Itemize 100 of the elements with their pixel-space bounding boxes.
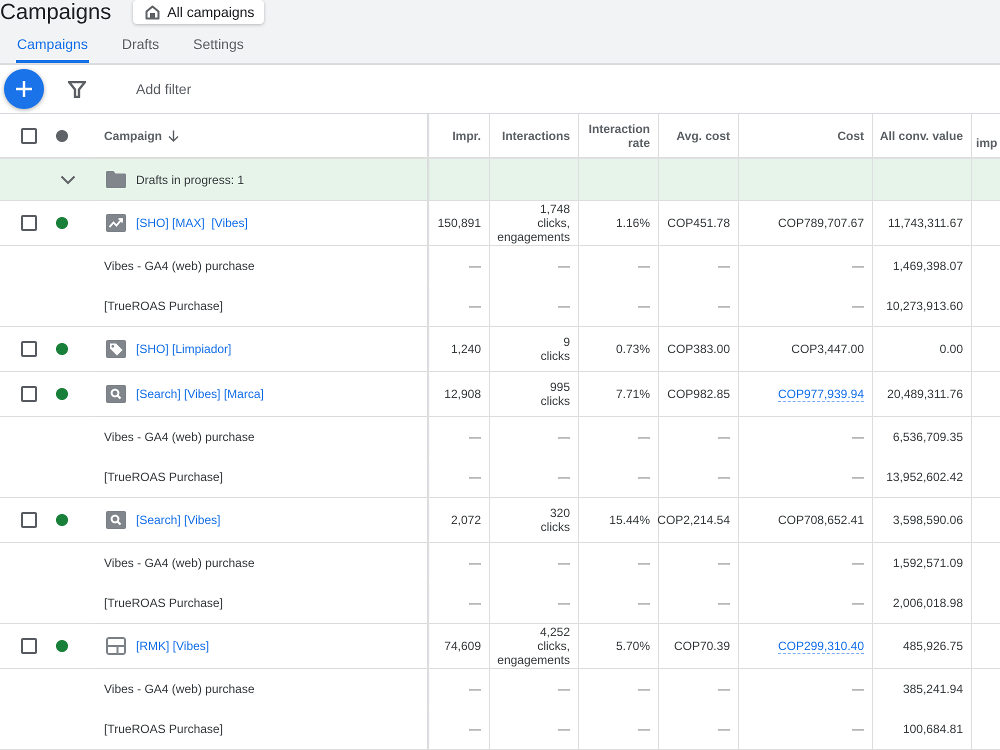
no-data-dash: — — [469, 470, 481, 484]
impressions-value: 12,908 — [444, 387, 481, 401]
tab[interactable]: Drafts — [120, 24, 160, 63]
interactions-type: clicks — [540, 520, 570, 534]
no-data-dash: — — [852, 556, 864, 570]
no-data-dash: — — [718, 682, 730, 696]
column-header[interactable]: Cost — [837, 128, 864, 142]
no-data-dash: — — [638, 299, 650, 313]
no-data-dash: — — [852, 259, 864, 273]
impressions-value: 1,240 — [450, 342, 481, 356]
search-icon — [106, 385, 126, 403]
no-data-dash: — — [469, 430, 481, 444]
no-data-dash: — — [469, 299, 481, 313]
conversion-action-label: Vibes - GA4 (web) purchase — [104, 682, 255, 696]
no-data-dash: — — [469, 682, 481, 696]
no-data-dash: — — [558, 722, 570, 736]
house-icon — [145, 4, 160, 20]
no-data-dash: — — [852, 682, 864, 696]
no-data-dash: — — [638, 470, 650, 484]
tab[interactable]: Settings — [192, 24, 245, 63]
no-data-dash: — — [558, 470, 570, 484]
no-data-dash: — — [558, 682, 570, 696]
row-checkbox[interactable] — [21, 215, 37, 231]
no-data-dash: — — [638, 430, 650, 444]
interactions-type: clicks — [540, 394, 570, 408]
column-header[interactable]: Interaction rate — [583, 122, 650, 150]
row-checkbox[interactable] — [21, 638, 37, 654]
campaign-link[interactable]: [Search] [Vibes] [Marca] — [136, 387, 264, 401]
interaction-rate-value: 1.16% — [616, 216, 650, 230]
no-data-dash: — — [718, 722, 730, 736]
interaction-rate-value: 0.73% — [616, 342, 650, 356]
conversion-action-label: [TrueROAS Purchase] — [104, 722, 223, 736]
cost-value: COP708,652.41 — [778, 512, 864, 528]
no-data-dash: — — [718, 259, 730, 273]
column-header[interactable]: Impr. — [452, 128, 481, 142]
no-data-dash: — — [852, 299, 864, 313]
row-checkbox[interactable] — [21, 341, 37, 357]
impressions-value: 150,891 — [438, 216, 481, 230]
add-button[interactable] — [4, 69, 44, 109]
campaign-link[interactable]: [Search] [Vibes] — [136, 513, 220, 527]
interactions-count: 1,748 — [540, 202, 570, 216]
no-data-dash: — — [718, 596, 730, 610]
conversion-action-label: Vibes - GA4 (web) purchase — [104, 430, 255, 444]
interaction-rate-value: 15.44% — [609, 513, 650, 527]
select-all-checkbox[interactable] — [21, 128, 37, 144]
cost-value: COP3,447.00 — [791, 342, 864, 356]
cost-link[interactable]: COP299,310.40 — [778, 638, 864, 654]
no-data-dash: — — [718, 470, 730, 484]
no-data-dash: — — [852, 430, 864, 444]
campaign-link[interactable]: [SHO] [MAX] [Vibes] — [136, 216, 248, 230]
no-data-dash: — — [469, 596, 481, 610]
interactions-count: 995 — [550, 380, 570, 394]
drafts-label: Drafts in progress: 1 — [136, 172, 244, 186]
campaign-link[interactable]: [RMK] [Vibes] — [136, 639, 210, 653]
conv-value: 11,743,311.67 — [888, 216, 963, 230]
conv-value: 13,952,602.42 — [886, 470, 963, 484]
no-data-dash: — — [558, 596, 570, 610]
no-data-dash: — — [638, 682, 650, 696]
filter-button[interactable] — [68, 80, 86, 98]
conversion-action-label: Vibes - GA4 (web) purchase — [104, 259, 255, 273]
column-header[interactable]: imp — [976, 136, 998, 150]
row-checkbox[interactable] — [21, 512, 37, 528]
cost-value: COP789,707.67 — [778, 216, 864, 230]
chevron-down-icon — [60, 174, 76, 184]
interactions-type: clicks, engagements — [496, 639, 570, 667]
scope-selector[interactable]: All campaigns — [133, 0, 264, 24]
no-data-dash: — — [558, 430, 570, 444]
tag-icon — [106, 340, 126, 358]
column-header[interactable]: All conv. value — [880, 128, 963, 142]
cost-link[interactable]: COP977,939.94 — [778, 386, 864, 402]
interactions-type: clicks, engagements — [496, 216, 570, 244]
no-data-dash: — — [638, 596, 650, 610]
conv-value: 3,598,590.06 — [892, 513, 963, 527]
conv-value: 1,592,571.09 — [892, 556, 963, 570]
interaction-rate-value: 7.71% — [616, 387, 650, 401]
campaign-link[interactable]: [SHO] [Limpiador] — [136, 342, 232, 356]
avg-cost-value: COP2,214.54 — [657, 513, 730, 527]
add-filter-button[interactable]: Add filter — [136, 81, 192, 97]
no-data-dash: — — [469, 259, 481, 273]
conversion-action-label: [TrueROAS Purchase] — [104, 470, 223, 484]
no-data-dash: — — [638, 556, 650, 570]
avg-cost-value: COP70.39 — [674, 639, 730, 653]
expand-button[interactable] — [60, 174, 76, 184]
column-header[interactable]: Avg. cost — [676, 128, 730, 142]
no-data-dash: — — [558, 556, 570, 570]
conv-value: 485,926.75 — [902, 639, 963, 653]
avg-cost-value: COP451.78 — [667, 216, 730, 230]
column-header[interactable]: Campaign — [104, 128, 180, 142]
no-data-dash: — — [638, 722, 650, 736]
no-data-dash: — — [718, 299, 730, 313]
interactions-type: clicks — [540, 349, 570, 363]
conv-value: 20,489,311.76 — [887, 387, 963, 401]
conv-value: 6,536,709.35 — [892, 430, 963, 444]
column-header[interactable]: Interactions — [502, 128, 570, 142]
interaction-rate-value: 5.70% — [616, 639, 650, 653]
row-checkbox[interactable] — [21, 386, 37, 402]
no-data-dash: — — [852, 470, 864, 484]
plus-icon — [15, 80, 33, 98]
conv-value: 10,273,913.60 — [886, 299, 963, 313]
no-data-dash: — — [558, 299, 570, 313]
